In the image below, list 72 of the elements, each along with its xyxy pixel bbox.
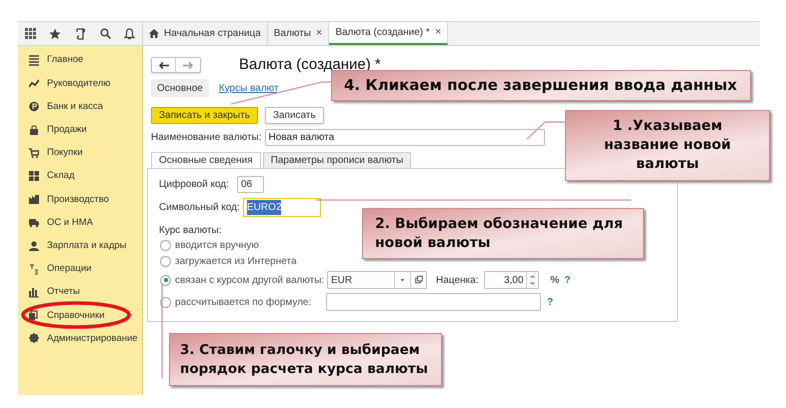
sidebar-item[interactable]: Администрирование bbox=[18, 327, 142, 350]
grid-icon bbox=[29, 171, 39, 182]
number-field[interactable]: 3,00 bbox=[484, 271, 540, 289]
sidebar-item[interactable]: Производство bbox=[18, 188, 142, 212]
search-icon[interactable] bbox=[100, 28, 111, 39]
section-label: Курс валюты: bbox=[159, 224, 222, 237]
form-title: Валюта (создание) * bbox=[239, 54, 381, 75]
radio-button[interactable] bbox=[160, 296, 171, 308]
section-button[interactable]: Основное bbox=[151, 79, 209, 97]
callout-text: 2. Выбираем обозначение для новой валюты bbox=[375, 214, 623, 252]
sidebar-item[interactable]: Продажи bbox=[18, 118, 142, 142]
sidebar-item[interactable]: Главное bbox=[18, 49, 142, 72]
forward-arrow-icon bbox=[183, 62, 193, 68]
home-icon bbox=[149, 29, 159, 38]
tab[interactable]: Параметры прописи валюты bbox=[262, 152, 412, 169]
trend-line-icon bbox=[29, 78, 39, 90]
save-close-button[interactable]: Записать и закрыть bbox=[151, 107, 258, 124]
sidebar-item[interactable]: Покупки bbox=[18, 142, 142, 165]
bag-icon bbox=[29, 124, 39, 136]
save-button[interactable]: Записать bbox=[264, 107, 324, 124]
sidebar-item[interactable]: ОС и НМА bbox=[18, 211, 142, 234]
field-label: Символьный код: bbox=[159, 201, 241, 215]
sidebar-item[interactable]: Справочники bbox=[18, 304, 142, 328]
history-icon[interactable] bbox=[74, 28, 86, 40]
person-icon bbox=[29, 240, 39, 252]
close-icon[interactable]: × bbox=[434, 24, 442, 41]
sidebar-item[interactable]: Операции bbox=[18, 258, 142, 281]
input-field[interactable]: Новая валюта bbox=[264, 129, 545, 146]
back-arrow-icon bbox=[158, 62, 168, 68]
apps-grid-icon[interactable] bbox=[24, 28, 36, 39]
input-field[interactable] bbox=[326, 293, 541, 311]
sidebar-item[interactable]: Склад bbox=[18, 164, 142, 188]
help-icon[interactable]: ? bbox=[547, 294, 554, 310]
callout-text: 4. Кликаем после завершения ввода данных bbox=[344, 75, 738, 96]
tab[interactable]: Валюта (создание) * × bbox=[329, 22, 448, 45]
close-icon[interactable]: × bbox=[316, 25, 322, 42]
radio-button[interactable] bbox=[160, 274, 171, 286]
input-field[interactable]: EURO2 bbox=[243, 198, 321, 217]
sidebar-item[interactable]: Банк и касса bbox=[18, 95, 142, 119]
option-label: связан с курсом другой валюты: bbox=[175, 274, 326, 288]
navigation-button-group[interactable] bbox=[151, 57, 201, 73]
gear-icon bbox=[29, 333, 39, 344]
option-label: вводится вручную bbox=[175, 238, 260, 252]
bar-chart-icon bbox=[29, 286, 39, 298]
link[interactable]: Курсы валют bbox=[218, 80, 279, 96]
input-field[interactable]: 06 bbox=[237, 176, 264, 192]
option-label: загружается из Интернета bbox=[175, 254, 298, 268]
field-label: Цифровой код: bbox=[159, 178, 230, 192]
field-label: Наименование валюты: bbox=[151, 131, 262, 145]
books-icon bbox=[29, 310, 39, 322]
dropdown-field[interactable]: EUR bbox=[327, 271, 427, 289]
star-icon[interactable] bbox=[49, 28, 62, 40]
percent-sign: % bbox=[550, 274, 560, 288]
menu-icon bbox=[29, 55, 39, 66]
sidebar-item[interactable]: Зарплата и кадры bbox=[18, 234, 142, 258]
field-label: Наценка: bbox=[436, 274, 478, 288]
bell-icon[interactable] bbox=[124, 28, 136, 40]
truck-icon bbox=[29, 217, 39, 228]
ledger-icon bbox=[29, 264, 39, 275]
cart-icon bbox=[29, 148, 39, 159]
help-icon[interactable]: ? bbox=[564, 272, 570, 288]
sidebar-item[interactable]: Руководителю bbox=[18, 72, 142, 96]
tab[interactable]: Основные сведения bbox=[151, 152, 261, 169]
option-label: рассчитывается по формуле: bbox=[175, 296, 312, 310]
sidebar-item[interactable]: Отчеты bbox=[18, 280, 142, 304]
leader-line bbox=[526, 122, 566, 140]
radio-button[interactable] bbox=[160, 256, 171, 266]
callout-text: 1 .Указываем название новой валюты bbox=[604, 117, 731, 174]
radio-button[interactable] bbox=[160, 240, 171, 250]
factory-icon bbox=[29, 194, 39, 206]
callout-text: 3. Ставим галочку и выбираем порядок расчета курса валюты bbox=[180, 340, 428, 378]
coin-icon bbox=[29, 101, 39, 112]
